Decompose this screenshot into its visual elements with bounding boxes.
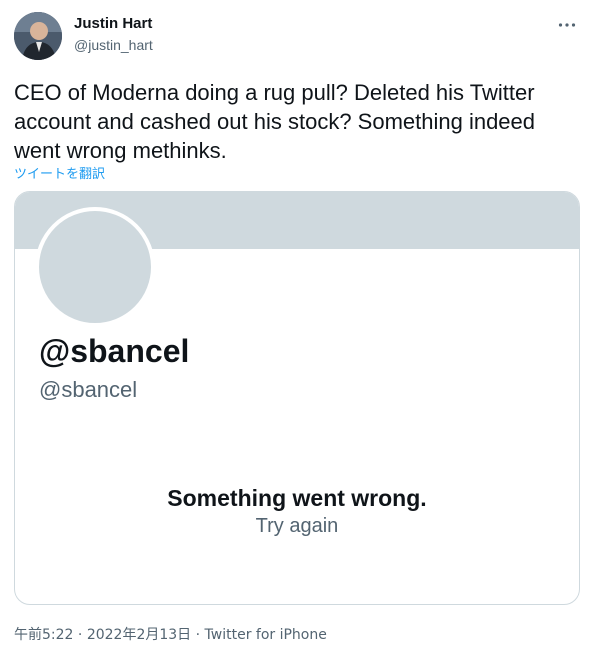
profile-avatar-placeholder [35,207,155,327]
tweet-text: CEO of Moderna doing a rug pull? Deleted… [14,80,536,163]
translate-tweet-link[interactable]: ツイートを翻訳 [14,163,105,182]
more-options-button[interactable] [556,14,578,36]
tweet-date[interactable]: 2022年2月13日 [87,627,191,643]
tweet-source[interactable]: Twitter for iPhone [205,627,327,643]
tweet-metadata: 午前5:22 · 2022年2月13日 · Twitter for iPhone [14,624,327,644]
embedded-profile-card[interactable]: @sbancel @sbancel Something went wrong. … [14,191,580,605]
profile-handle: @sbancel [39,377,138,402]
try-again-button[interactable]: Try again [15,515,579,538]
meta-separator: · [191,627,205,643]
author-handle[interactable]: @justin_hart [74,37,153,53]
profile-display-name: @sbancel [39,333,190,369]
meta-separator: · [73,627,87,643]
author-avatar[interactable] [14,12,62,60]
error-message: Something went wrong. [167,485,427,511]
author-name[interactable]: Justin Hart [74,15,152,32]
tweet-time[interactable]: 午前5:22 [14,627,73,643]
more-horizontal-icon [558,23,576,27]
author-avatar-image [14,12,62,60]
